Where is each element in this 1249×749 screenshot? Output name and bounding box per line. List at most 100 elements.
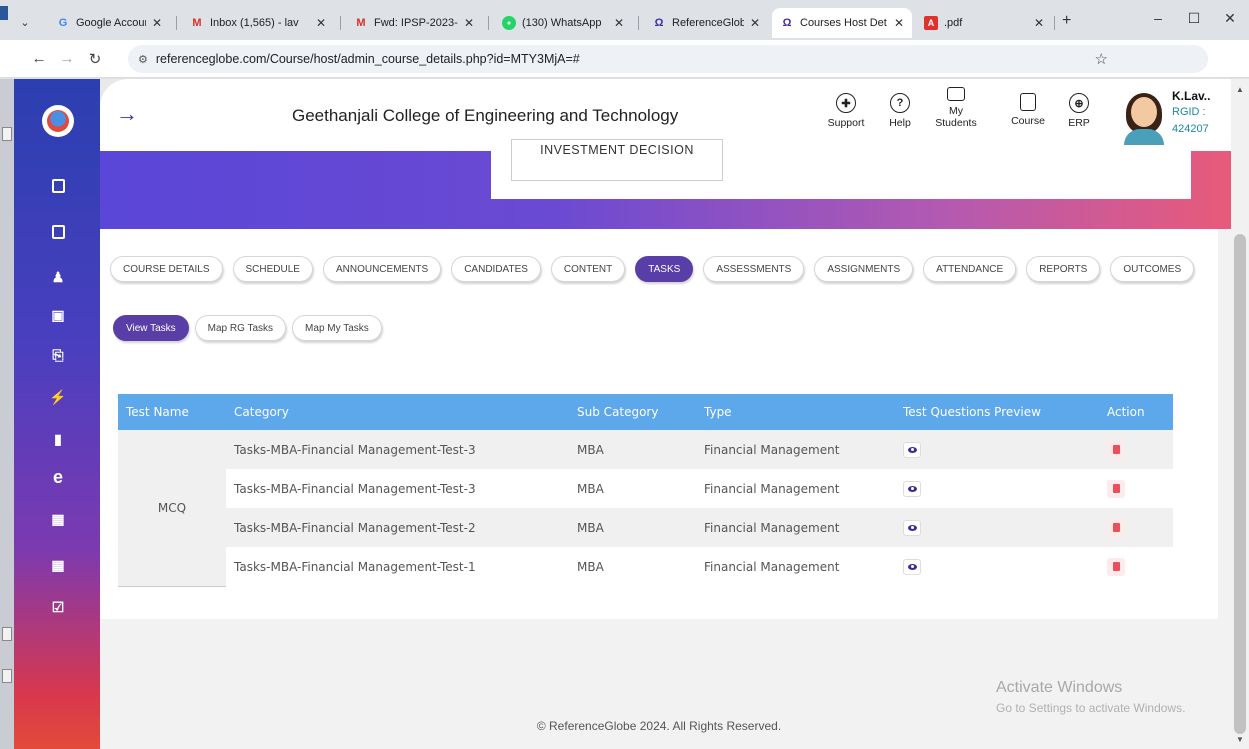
tab-gmail-fwd[interactable]: M Fwd: IPSP-2023-2 ✕	[346, 8, 482, 38]
reload-icon[interactable]: ↻	[86, 50, 104, 68]
tab-title: Google Account	[76, 17, 146, 29]
trash-icon[interactable]	[1107, 440, 1125, 459]
view-tasks-button[interactable]: View Tasks	[113, 315, 189, 341]
tab-tasks[interactable]: TASKS	[635, 256, 694, 282]
scroll-down-icon[interactable]: ▼	[1236, 735, 1244, 744]
tab-reports[interactable]: REPORTS	[1026, 256, 1101, 282]
notebook-icon[interactable]	[50, 224, 66, 240]
minimize-icon[interactable]: –	[1148, 10, 1168, 26]
tab-referenceglobe[interactable]: Ω ReferenceGlobe c ✕	[644, 8, 768, 38]
page-viewport: ♟ ▣ ⎘ ⚡ ▮ e ▦ ▦ ☑ → Geethanjali College …	[0, 79, 1249, 749]
nav-support[interactable]: ✚ Support	[821, 93, 871, 129]
map-rg-tasks-button[interactable]: Map RG Tasks	[194, 315, 287, 341]
header-test-name: Test Name	[118, 394, 226, 430]
close-tab-icon[interactable]: ✕	[316, 16, 326, 30]
presentation-icon[interactable]: ▣	[50, 307, 66, 323]
e-learning-icon[interactable]: e	[50, 467, 66, 487]
tab-pdf[interactable]: A .pdf ✕	[916, 8, 1052, 38]
dashboard-icon[interactable]	[50, 178, 66, 194]
close-tab-icon[interactable]: ✕	[750, 16, 760, 30]
book-icon	[1020, 93, 1036, 111]
tab-assignments[interactable]: ASSIGNMENTS	[814, 256, 914, 282]
course-title-box: INVESTMENT DECISION	[511, 139, 723, 181]
eye-icon[interactable]	[903, 480, 921, 497]
category-cell: Tasks-MBA-Financial Management-Test-2	[226, 508, 569, 547]
close-window-icon[interactable]: ✕	[1220, 10, 1240, 27]
tab-courses-host-details[interactable]: Ω Courses Host Det ✕	[772, 8, 912, 38]
tab-title: ReferenceGlobe c	[672, 17, 744, 29]
url-field[interactable]: ⚙ referenceglobe.com/Course/host/admin_c…	[128, 45, 1208, 73]
plug-icon[interactable]: ⚡	[49, 389, 66, 405]
trash-icon[interactable]	[1107, 557, 1125, 576]
college-name: Geethanjali College of Engineering and T…	[292, 106, 679, 125]
table-row: Tasks-MBA-Financial Management-Test-2 MB…	[118, 508, 1173, 547]
background-window-strip	[0, 79, 14, 749]
tab-announcements[interactable]: ANNOUNCEMENTS	[322, 256, 442, 282]
tab-attendance[interactable]: ATTENDANCE	[923, 256, 1017, 282]
preview-cell	[895, 430, 1099, 469]
tab-gmail-inbox[interactable]: M Inbox (1,565) - lav ✕	[182, 8, 334, 38]
preview-cell	[895, 547, 1099, 586]
nav-label: Course	[1011, 115, 1045, 127]
eye-icon[interactable]	[903, 519, 921, 536]
close-tab-icon[interactable]: ✕	[614, 16, 624, 30]
action-cell	[1099, 508, 1173, 547]
support-icon: ✚	[836, 93, 856, 113]
course-banner: INVESTMENT DECISION	[100, 139, 1231, 229]
action-cell	[1099, 547, 1173, 586]
tab-schedule[interactable]: SCHEDULE	[232, 256, 313, 282]
page-scrollbar[interactable]: ▲ ▼	[1231, 79, 1249, 749]
nav-course[interactable]: Course	[1003, 93, 1053, 127]
file-icon[interactable]: ▮	[50, 431, 66, 447]
close-tab-icon[interactable]: ✕	[152, 16, 162, 30]
globe-icon: ⊕	[1069, 93, 1089, 113]
close-tab-icon[interactable]: ✕	[464, 16, 474, 30]
url-text: referenceglobe.com/Course/host/admin_cou…	[155, 52, 580, 66]
main-panel: → Geethanjali College of Engineering and…	[100, 79, 1231, 749]
tab-google-account[interactable]: G Google Account ✕	[48, 8, 170, 38]
maximize-icon[interactable]: ☐	[1184, 10, 1204, 27]
tab-course-details[interactable]: COURSE DETAILS	[110, 256, 223, 282]
browser-tab-bar: ⌄ G Google Account ✕ M Inbox (1,565) - l…	[0, 0, 1249, 40]
course-tabs: COURSE DETAILS SCHEDULE ANNOUNCEMENTS CA…	[110, 256, 1195, 282]
gmail-icon: M	[192, 17, 202, 29]
tab-content[interactable]: CONTENT	[550, 256, 626, 282]
nav-erp[interactable]: ⊕ ERP	[1054, 93, 1104, 129]
map-my-tasks-button[interactable]: Map My Tasks	[292, 315, 382, 341]
tab-candidates[interactable]: CANDIDATES	[451, 256, 541, 282]
referenceglobe-logo[interactable]	[42, 105, 74, 137]
scrollbar-thumb[interactable]	[1234, 234, 1246, 734]
test-name-cell: MCQ	[118, 430, 226, 587]
calendar-grid-icon[interactable]: ▦	[50, 511, 66, 527]
users-icon[interactable]: ♟	[50, 269, 66, 285]
scroll-up-icon[interactable]: ▲	[1236, 85, 1244, 94]
tab-whatsapp[interactable]: ● (130) WhatsApp ✕	[494, 8, 632, 38]
user-rgid-label: RGID :	[1172, 106, 1206, 118]
calendar-grid-icon[interactable]: ▦	[50, 557, 66, 573]
bookmark-star-icon[interactable]: ☆	[1095, 50, 1108, 68]
trash-icon[interactable]	[1107, 518, 1125, 537]
site-info-icon[interactable]: ⚙	[138, 53, 148, 66]
nav-help[interactable]: ? Help	[875, 93, 925, 129]
close-tab-icon[interactable]: ✕	[1034, 16, 1044, 30]
tab-assessments[interactable]: ASSESSMENTS	[703, 256, 805, 282]
back-icon[interactable]: ←	[30, 50, 48, 67]
new-tab-icon[interactable]: +	[1062, 12, 1071, 30]
trash-icon[interactable]	[1107, 479, 1125, 498]
user-profile[interactable]: K.Lav.. RGID : 424207	[1112, 87, 1222, 147]
forward-icon[interactable]: →	[58, 50, 76, 67]
eye-icon[interactable]	[903, 558, 921, 575]
browser-address-bar: ← → ↻ ⚙ referenceglobe.com/Course/host/a…	[0, 40, 1249, 109]
gmail-icon: M	[356, 17, 366, 29]
tasks-table: Test Name Category Sub Category Type Tes…	[118, 394, 1173, 587]
close-tab-icon[interactable]: ✕	[894, 16, 904, 30]
calendar-check-icon[interactable]: ☑	[50, 599, 66, 615]
eye-icon[interactable]	[903, 441, 921, 458]
sidebar-toggle-arrow-icon[interactable]: →	[116, 101, 138, 127]
tab-outcomes[interactable]: OUTCOMES	[1110, 256, 1195, 282]
nav-my-students[interactable]: My Students	[931, 87, 981, 129]
tab-search-dropdown-icon[interactable]: ⌄	[14, 12, 36, 34]
header-sub-category: Sub Category	[569, 394, 696, 430]
nav-label: Help	[889, 117, 911, 129]
document-icon[interactable]: ⎘	[50, 347, 66, 363]
